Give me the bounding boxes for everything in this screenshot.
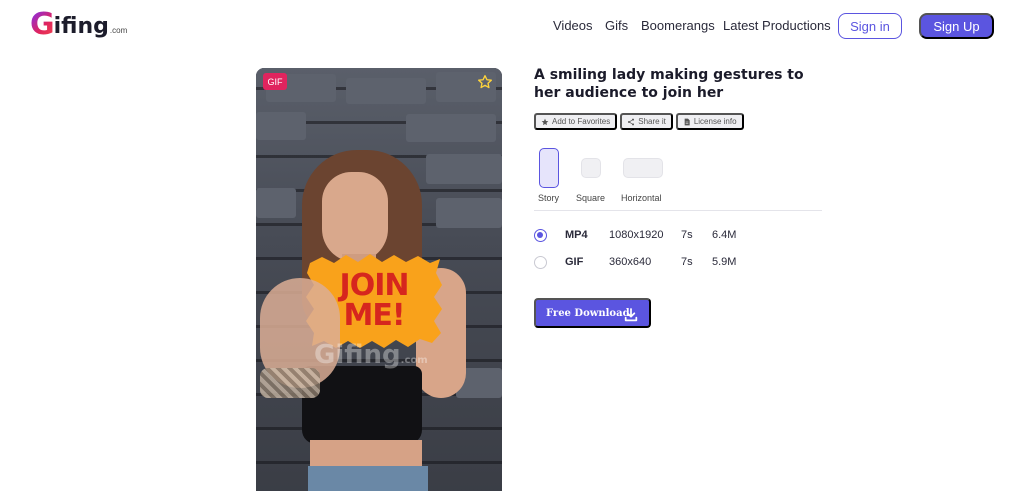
add-to-favorites-button[interactable]: Add to Favorites	[534, 113, 618, 130]
sign-text-line2: ME!	[343, 298, 405, 333]
nav-boomerangs[interactable]: Boomerangs	[641, 18, 715, 33]
brick	[436, 198, 502, 228]
download-icon	[624, 308, 638, 322]
gif-badge: GIF	[263, 73, 287, 90]
brick	[256, 112, 306, 140]
format-square-label: Square	[576, 193, 606, 203]
option-format: GIF	[565, 256, 584, 268]
license-info-button[interactable]: License info	[675, 113, 744, 130]
site-logo[interactable]: G ifing .com	[30, 8, 127, 40]
option-format: MP4	[565, 229, 588, 241]
option-size: 6.4M	[712, 229, 737, 241]
site-header: G ifing .com Videos Gifs Boomerangs Late…	[0, 0, 1024, 52]
logo-text: ifing	[53, 14, 109, 39]
option-resolution: 1080x1920	[609, 229, 664, 241]
format-story-option[interactable]	[539, 148, 559, 188]
download-option-mp4[interactable]: MP4 1080x1920 7s 6.4M	[534, 228, 794, 244]
option-duration: 7s	[681, 229, 693, 241]
watermark-text: Gifing	[314, 340, 401, 370]
format-horizontal-option[interactable]	[623, 158, 663, 178]
license-info-label: License info	[693, 117, 737, 126]
document-icon	[684, 118, 690, 125]
share-icon	[628, 118, 635, 125]
watermark-suffix: .com	[400, 355, 428, 366]
brick	[426, 154, 502, 184]
page-title: A smiling lady making gestures to her au…	[534, 67, 804, 101]
logo-letter: G	[30, 7, 55, 42]
watermark: Gifing.com	[314, 340, 428, 370]
share-label: Share it	[638, 117, 666, 126]
person-bracelet	[260, 368, 320, 398]
add-to-favorites-label: Add to Favorites	[552, 117, 611, 126]
person-face	[322, 172, 388, 262]
sign-text-line1: JOIN	[339, 268, 410, 303]
logo-suffix: .com	[109, 26, 128, 35]
format-horizontal-label: Horizontal	[621, 193, 662, 203]
star-icon	[541, 118, 549, 125]
divider	[534, 210, 822, 211]
brick	[256, 188, 296, 218]
option-size: 5.9M	[712, 256, 737, 268]
action-bar: Add to Favorites Share it License info	[534, 113, 744, 130]
format-story-label: Story	[538, 193, 560, 203]
free-download-button[interactable]: Free Download	[534, 298, 651, 328]
option-duration: 7s	[681, 256, 693, 268]
option-resolution: 360x640	[609, 256, 652, 268]
radio-mp4[interactable]	[534, 229, 547, 242]
format-square-option[interactable]	[581, 158, 601, 178]
sign-in-button[interactable]: Sign in	[838, 13, 902, 39]
person-jeans	[308, 466, 428, 491]
gif-preview[interactable]: JOIN ME! Gifing.com	[256, 68, 502, 491]
sign-up-button[interactable]: Sign Up	[919, 13, 994, 39]
nav-videos[interactable]: Videos	[553, 18, 593, 33]
star-outline-icon[interactable]	[477, 74, 493, 90]
nav-gifs[interactable]: Gifs	[605, 18, 628, 33]
brick	[406, 114, 496, 142]
free-download-label: Free Download	[546, 307, 630, 319]
brick	[346, 78, 426, 104]
share-button[interactable]: Share it	[620, 113, 673, 130]
nav-latest-productions[interactable]: Latest Productions	[723, 18, 831, 33]
radio-gif[interactable]	[534, 256, 547, 269]
download-option-gif[interactable]: GIF 360x640 7s 5.9M	[534, 255, 794, 271]
format-selector: Story Square Horizontal	[534, 146, 674, 206]
